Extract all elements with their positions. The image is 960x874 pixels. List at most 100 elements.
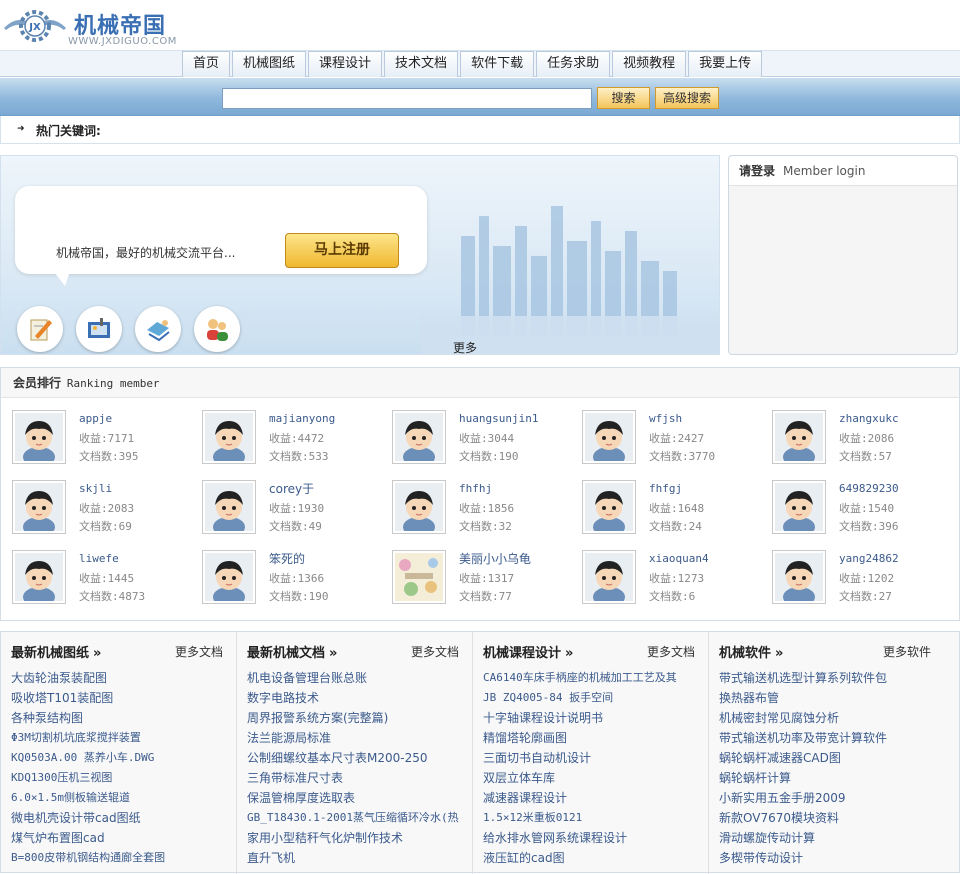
nav-tab[interactable]: 课程设计 — [308, 51, 383, 77]
default-avatar-image — [15, 553, 63, 601]
list-item[interactable]: GB_T18430.1-2001蒸气压缩循环冷水(热 — [247, 808, 467, 828]
list-item[interactable]: 保温管棉厚度选取表 — [247, 788, 467, 808]
nav-tab[interactable]: 首页 — [182, 51, 231, 77]
list-item[interactable]: 带式输送机功率及带宽计算软件 — [719, 728, 939, 748]
content-column: 最新机械图纸» 更多文档 大齿轮油泵装配图 吸收塔T101装配图 各种泵结构图 Φ3M… — [1, 632, 237, 874]
list-item[interactable]: CA6140车床手柄座的机械加工工艺及其 — [483, 668, 703, 688]
avatar[interactable] — [392, 480, 446, 534]
register-button[interactable]: 马上注册 — [285, 233, 399, 268]
column-title[interactable]: 最新机械文档» — [247, 646, 337, 661]
list-item[interactable]: 机械密封常见腐蚀分析 — [719, 708, 939, 728]
list-item[interactable]: 换热器布管 — [719, 688, 939, 708]
nav-tab[interactable]: 软件下载 — [460, 51, 535, 77]
avatar[interactable] — [202, 410, 256, 464]
avatar[interactable] — [772, 410, 826, 464]
avatar[interactable] — [12, 410, 66, 464]
member-name[interactable]: fhfhj — [459, 482, 492, 495]
list-item[interactable]: 法兰能源局标准 — [247, 728, 467, 748]
list-item[interactable]: 减速器课程设计 — [483, 788, 703, 808]
list-item[interactable]: 带式输送机选型计算系列软件包 — [719, 668, 939, 688]
list-item[interactable]: 公制细螺纹基本尺寸表M200-250 — [247, 748, 467, 768]
list-item[interactable]: 煤气炉布置图cad — [11, 828, 231, 848]
avatar[interactable] — [582, 480, 636, 534]
list-item[interactable]: 蜗轮蜗杆减速器CAD图 — [719, 748, 939, 768]
avatar[interactable] — [582, 550, 636, 604]
list-item[interactable]: 小新实用五金手册2009 — [719, 788, 939, 808]
member-name[interactable]: skjli — [79, 482, 112, 495]
avatar[interactable] — [12, 550, 66, 604]
nav-tab[interactable]: 技术文档 — [384, 51, 459, 77]
column-title[interactable]: 最新机械图纸» — [11, 646, 101, 661]
member-income: 收益:1273 — [649, 572, 705, 585]
list-item[interactable]: 直升飞机 — [247, 848, 467, 868]
list-item[interactable]: 三面切书自动机设计 — [483, 748, 703, 768]
search-button[interactable]: 搜索 — [597, 87, 650, 109]
member-name[interactable]: yang24862 — [839, 552, 899, 565]
list-item[interactable]: 双层立体车库 — [483, 768, 703, 788]
list-item[interactable]: B=800皮带机钢结构通廊全套图 — [11, 848, 231, 868]
list-item[interactable]: 各种泵结构图 — [11, 708, 231, 728]
list-item[interactable]: 吸收塔T101装配图 — [11, 688, 231, 708]
nav-tab[interactable]: 视频教程 — [612, 51, 687, 77]
users-group-icon[interactable] — [194, 306, 240, 352]
column-title[interactable]: 机械软件» — [719, 646, 783, 661]
member-name[interactable]: wfjsh — [649, 412, 682, 425]
avatar[interactable] — [12, 480, 66, 534]
list-item[interactable]: 给水排水管网系统课程设计 — [483, 828, 703, 848]
member-name[interactable]: appje — [79, 412, 112, 425]
member-name[interactable]: huangsunjin1 — [459, 412, 538, 425]
nav-tab[interactable]: 我要上传 — [688, 51, 763, 77]
member-name[interactable]: 笨死的 — [269, 550, 305, 567]
member-name[interactable]: xiaoquan4 — [649, 552, 709, 565]
avatar[interactable] — [392, 550, 446, 604]
member-card: xiaoquan4 收益:1273 文档数:6 — [571, 548, 761, 608]
advanced-search-button[interactable]: 高级搜索 — [655, 87, 719, 109]
avatar[interactable] — [202, 550, 256, 604]
photo-tools-icon[interactable] — [76, 306, 122, 352]
list-item[interactable]: 1.5×12米重板0121 — [483, 808, 703, 828]
list-item[interactable]: JB ZQ4005-84 扳手空间 — [483, 688, 703, 708]
member-name[interactable]: 美丽小小乌龟 — [459, 550, 531, 567]
list-item[interactable]: Φ3M切割机坑底浆搅拌装置 — [11, 728, 231, 748]
list-item[interactable]: 家用小型秸秆气化炉制作技术 — [247, 828, 467, 848]
site-logo[interactable]: JX 机械帝国 WWW.JXDIGUO.COM — [2, 6, 182, 47]
nav-tab[interactable]: 任务求助 — [536, 51, 611, 77]
column-title[interactable]: 机械课程设计» — [483, 646, 573, 661]
list-item[interactable]: 滑动螺旋传动计算 — [719, 828, 939, 848]
list-item[interactable]: 微电机壳设计带cad图纸 — [11, 808, 231, 828]
member-name[interactable]: fhfgj — [649, 482, 682, 495]
avatar[interactable] — [392, 410, 446, 464]
list-item[interactable]: 6.0×1.5m侧板输送辊道 — [11, 788, 231, 808]
list-item[interactable]: 周界报警系统方案(完整篇) — [247, 708, 467, 728]
list-item[interactable]: KQ0503A.00 蒸养小车.DWG — [11, 748, 231, 768]
list-item[interactable]: 精馏塔轮廓画图 — [483, 728, 703, 748]
member-name[interactable]: zhangxukc — [839, 412, 899, 425]
column-more-link[interactable]: 更多文档 — [411, 643, 459, 660]
avatar[interactable] — [772, 480, 826, 534]
member-name[interactable]: corey于 — [269, 480, 314, 497]
avatar[interactable] — [202, 480, 256, 534]
member-name[interactable]: liwefe — [79, 552, 119, 565]
list-item[interactable]: KDQ1300压机三视图 — [11, 768, 231, 788]
column-more-link[interactable]: 更多文档 — [647, 643, 695, 660]
avatar[interactable] — [772, 550, 826, 604]
avatar[interactable] — [582, 410, 636, 464]
list-item[interactable]: 蜗轮蜗杆计算 — [719, 768, 939, 788]
list-item[interactable]: 十字轴课程设计说明书 — [483, 708, 703, 728]
list-item[interactable]: 液压缸的cad图 — [483, 848, 703, 868]
document-pen-icon[interactable] — [17, 306, 63, 352]
list-item[interactable]: 大齿轮油泵装配图 — [11, 668, 231, 688]
list-item[interactable]: 三角带标准尺寸表 — [247, 768, 467, 788]
list-item[interactable]: 机电设备管理台账总账 — [247, 668, 467, 688]
list-item[interactable]: 多楔带传动设计 — [719, 848, 939, 868]
member-name[interactable]: majianyong — [269, 412, 335, 425]
column-more-link[interactable]: 更多软件 — [883, 643, 931, 660]
banner-more-link[interactable]: 更多 — [453, 339, 477, 354]
member-name[interactable]: 649829230 — [839, 482, 899, 495]
puzzle-hand-icon[interactable] — [135, 306, 181, 352]
list-item[interactable]: 新款OV7670模块资料 — [719, 808, 939, 828]
list-item[interactable]: 数字电路技术 — [247, 688, 467, 708]
search-input[interactable] — [222, 88, 592, 109]
nav-tab[interactable]: 机械图纸 — [232, 51, 307, 77]
column-more-link[interactable]: 更多文档 — [175, 643, 223, 660]
